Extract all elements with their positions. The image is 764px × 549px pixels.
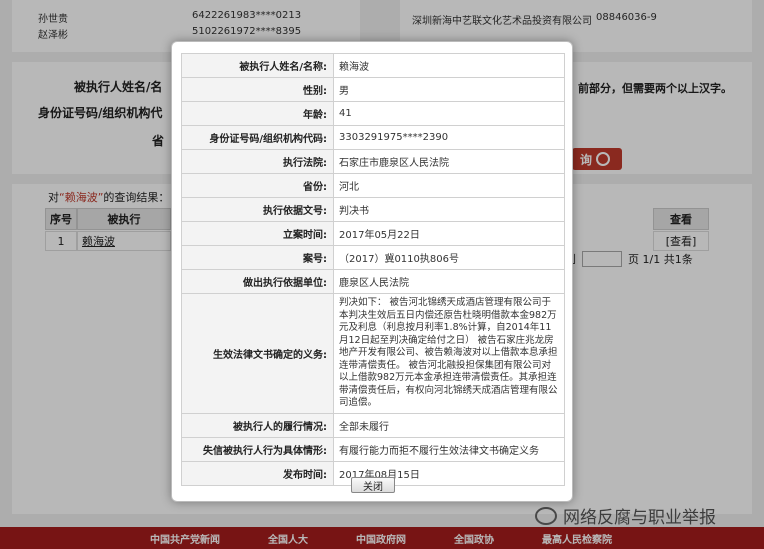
row-label: 被执行人姓名/名称: [181, 53, 334, 78]
row-value: （2017）冀0110执806号 [333, 245, 565, 270]
row-value: 判决书 [333, 197, 565, 222]
table-row: 省份: 河北 [181, 173, 565, 198]
row-value: 全部未履行 [333, 412, 565, 438]
row-value: 男 [333, 77, 565, 102]
row-value: 河北 [333, 173, 565, 198]
detail-table: 被执行人姓名/名称: 赖海波 性别: 男 年龄: 41 身份证号码/组织机构代码… [181, 53, 565, 486]
row-value: 3303291975****2390 [333, 125, 565, 150]
row-value: 鹿泉区人民法院 [333, 269, 565, 294]
table-row: 被执行人姓名/名称: 赖海波 [181, 53, 565, 78]
row-label: 身份证号码/组织机构代码: [181, 125, 334, 150]
row-label: 性别: [181, 77, 334, 102]
row-label: 失信被执行人行为具体情形: [181, 436, 334, 462]
row-label: 执行法院: [181, 149, 334, 174]
row-label: 生效法律文书确定的义务: [181, 293, 334, 414]
row-value: 有履行能力而拒不履行生效法律文书确定义务 [333, 436, 565, 462]
row-label: 执行依据文号: [181, 197, 334, 222]
table-row: 年龄: 41 [181, 101, 565, 126]
table-row: 生效法律文书确定的义务: 判决如下： 被告河北锦绣天成酒店管理有限公司于本判决生… [181, 293, 565, 414]
table-row: 做出执行依据单位: 鹿泉区人民法院 [181, 269, 565, 294]
row-label: 被执行人的履行情况: [181, 412, 334, 438]
table-row: 性别: 男 [181, 77, 565, 102]
row-value: 41 [333, 101, 565, 126]
table-row: 执行法院: 石家庄市鹿泉区人民法院 [181, 149, 565, 174]
row-label: 立案时间: [181, 221, 334, 246]
close-button[interactable]: 关闭 [351, 477, 395, 493]
table-row: 立案时间: 2017年05月22日 [181, 221, 565, 246]
row-value: 石家庄市鹿泉区人民法院 [333, 149, 565, 174]
row-label: 发布时间: [181, 460, 334, 486]
row-label: 省份: [181, 173, 334, 198]
row-label: 案号: [181, 245, 334, 270]
table-row: 案号: （2017）冀0110执806号 [181, 245, 565, 270]
table-row: 执行依据文号: 判决书 [181, 197, 565, 222]
row-value: 判决如下： 被告河北锦绣天成酒店管理有限公司于本判决生效后五日内偿还原告杜晓明借… [333, 293, 565, 414]
row-label: 做出执行依据单位: [181, 269, 334, 294]
detail-dialog: 被执行人姓名/名称: 赖海波 性别: 男 年龄: 41 身份证号码/组织机构代码… [171, 41, 573, 502]
row-value: 2017年05月22日 [333, 221, 565, 246]
row-value: 赖海波 [333, 53, 565, 78]
table-row: 身份证号码/组织机构代码: 3303291975****2390 [181, 125, 565, 150]
row-label: 年龄: [181, 101, 334, 126]
table-row: 失信被执行人行为具体情形: 有履行能力而拒不履行生效法律文书确定义务 [181, 436, 565, 462]
table-row: 被执行人的履行情况: 全部未履行 [181, 412, 565, 438]
